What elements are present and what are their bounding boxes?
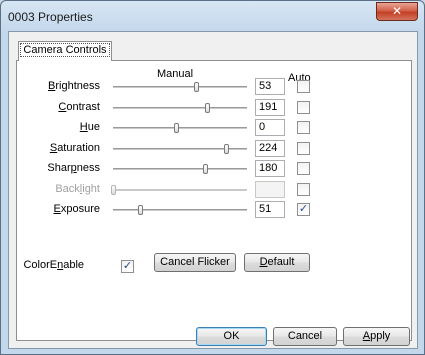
auto-checkbox[interactable] xyxy=(297,101,310,114)
slider-thumb[interactable] xyxy=(138,205,143,215)
tab-camera-controls[interactable]: Camera Controls xyxy=(18,41,112,61)
control-label: Backlight xyxy=(55,183,100,195)
control-value-field[interactable]: 53 xyxy=(255,78,285,95)
window-title: 0003 Properties xyxy=(8,10,93,24)
color-enable-checkbox[interactable]: ✓ xyxy=(121,260,134,273)
slider-thumb xyxy=(111,185,116,195)
slider-thumb[interactable] xyxy=(203,164,208,174)
camera-controls-panel: Manual Auto Brightness 53 Contrast 191 Hue 0 S… xyxy=(16,60,412,341)
control-label: Contrast xyxy=(58,101,100,113)
control-value-field[interactable]: 224 xyxy=(255,140,285,157)
auto-checkbox[interactable] xyxy=(297,80,310,93)
color-enable-label: ColorEnable xyxy=(23,259,84,271)
cancel-flicker-button[interactable]: Cancel Flicker xyxy=(154,253,236,272)
properties-window: 0003 Properties ✕ Camera Controls Manual… xyxy=(0,0,425,355)
auto-checkbox[interactable] xyxy=(297,142,310,155)
cancel-button[interactable]: Cancel xyxy=(273,327,337,346)
control-value-field[interactable]: 51 xyxy=(255,201,285,218)
control-label: Saturation xyxy=(49,142,100,154)
control-slider[interactable] xyxy=(113,103,247,113)
slider-thumb[interactable] xyxy=(174,123,179,133)
control-slider[interactable] xyxy=(113,123,247,133)
control-label: Hue xyxy=(79,121,100,133)
control-label: Sharpness xyxy=(47,162,100,174)
control-value-field[interactable]: 0 xyxy=(255,119,285,136)
control-label: Brightness xyxy=(48,80,100,92)
control-label: Exposure xyxy=(53,203,100,215)
slider-thumb[interactable] xyxy=(194,82,199,92)
apply-button[interactable]: Apply xyxy=(343,327,410,346)
slider-thumb[interactable] xyxy=(205,103,210,113)
close-button[interactable]: ✕ xyxy=(376,2,418,21)
default-button[interactable]: Default xyxy=(244,253,310,272)
title-bar[interactable]: 0003 Properties ✕ xyxy=(1,1,424,31)
auto-checkbox[interactable] xyxy=(297,183,310,196)
slider-thumb[interactable] xyxy=(224,144,229,154)
control-slider[interactable] xyxy=(113,164,247,174)
control-slider[interactable] xyxy=(113,144,247,154)
auto-checkbox[interactable] xyxy=(297,121,310,134)
control-slider[interactable] xyxy=(113,205,247,215)
control-slider xyxy=(111,185,247,195)
dialog-client-area: Camera Controls Manual Auto Brightness 53… xyxy=(8,31,418,349)
control-value-field[interactable]: 191 xyxy=(255,99,285,116)
auto-checkbox[interactable] xyxy=(297,162,310,175)
tab-label: Camera Controls xyxy=(20,43,110,57)
control-value-field[interactable]: 180 xyxy=(255,160,285,177)
manual-header: Manual xyxy=(157,68,194,80)
control-slider[interactable] xyxy=(113,82,247,92)
close-icon: ✕ xyxy=(391,4,403,18)
auto-checkbox[interactable]: ✓ xyxy=(297,203,310,216)
control-value-field xyxy=(255,181,285,198)
ok-button[interactable]: OK xyxy=(196,327,267,346)
